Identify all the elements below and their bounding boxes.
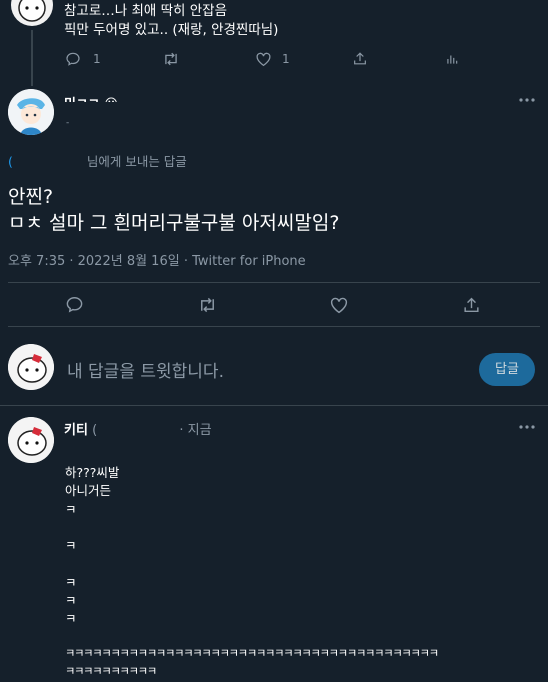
replying-to-mention[interactable]: ( — [8, 154, 13, 169]
reply-line: ㅋ — [65, 501, 77, 517]
like-icon[interactable] — [255, 51, 272, 67]
main-tweet-line: ㅁㅊ 설마 그 흰머리구불구불 아저씨말임? — [8, 212, 340, 234]
main-tweet-line: 안찐? — [8, 186, 54, 208]
reply-line: ㅋ — [65, 593, 77, 609]
like-icon[interactable] — [329, 296, 349, 314]
tweet-text: 참고로…나 최애 딱히 안잡음 픽만 두어명 있고.. (재랑, 안경찐따님) — [64, 2, 278, 40]
reply-icon[interactable] — [65, 51, 81, 67]
divider — [0, 405, 548, 406]
share-icon[interactable] — [462, 295, 481, 315]
avatar-kitty[interactable] — [11, 0, 53, 26]
replying-to-label: 님에게 보내는 답글 — [86, 154, 187, 169]
reply-line: ㅋㅋㅋㅋㅋㅋㅋㅋㅋㅋㅋㅋㅋㅋㅋㅋㅋㅋㅋㅋㅋㅋㅋㅋㅋㅋㅋㅋㅋㅋㅋㅋㅋㅋㅋㅋㅋㅋㅋㅋ… — [65, 646, 439, 660]
reply-line: ㅋ — [65, 574, 77, 590]
reply-author: 키티 ( · 지금 — [64, 419, 212, 438]
analytics-icon[interactable] — [445, 51, 459, 67]
reply-line: 아니거든 — [65, 483, 112, 499]
reply-button[interactable]: 답글 — [479, 353, 535, 386]
tweet-text-line: 픽만 두어명 있고.. (재랑, 안경찐따님) — [64, 22, 279, 38]
share-icon[interactable] — [352, 50, 368, 67]
reply-time[interactable]: · 지금 — [179, 423, 211, 438]
reply-icon[interactable] — [65, 295, 84, 314]
main-tweet-text: 안찐? ㅁㅊ 설마 그 흰머리구불구불 아저씨말임? — [8, 184, 339, 236]
tweet-text-line: 참고로…나 최애 딱히 안잡음 — [64, 3, 227, 19]
author-handle[interactable]: - — [66, 118, 69, 124]
retweet-icon[interactable] — [197, 296, 218, 314]
reply-line — [65, 553, 438, 571]
more-icon[interactable] — [518, 96, 536, 104]
reply-line: ㅋ — [65, 538, 77, 554]
author-display-name[interactable]: 미ㅋㄹ ☺ — [64, 93, 118, 102]
more-icon[interactable] — [518, 423, 536, 431]
reply-line: ㅋ — [65, 611, 77, 627]
reply-count: 1 — [93, 52, 101, 66]
avatar-main[interactable] — [8, 89, 54, 135]
tweet-timestamp[interactable]: 오후 7:35 · 2022년 8월 16일 · Twitter for iPh… — [8, 250, 306, 269]
reply-line — [65, 517, 438, 535]
reply-compose-input[interactable]: 내 답글을 트윗합니다. — [67, 357, 467, 382]
replying-to: ( 님에게 보내는 답글 — [8, 151, 187, 170]
like-count: 1 — [282, 52, 290, 66]
thread-line — [31, 30, 33, 86]
reply-display-name[interactable]: 키티 — [64, 423, 88, 438]
reply-text: 하???씨발 아니거든 ㅋ ㅋ ㅋ ㅋ ㅋ ㅋㅋㅋㅋㅋㅋㅋㅋㅋㅋㅋㅋㅋㅋㅋㅋㅋㅋ… — [65, 462, 439, 682]
reply-line — [65, 627, 438, 645]
avatar-reply[interactable] — [8, 417, 54, 463]
avatar-self[interactable] — [8, 344, 54, 390]
reply-line: 하???씨발 — [65, 465, 120, 480]
divider — [8, 282, 540, 283]
retweet-icon[interactable] — [162, 51, 180, 67]
divider — [8, 326, 540, 327]
reply-line: ㅋㅋㅋㅋㅋㅋㅋㅋㅋㅋ — [65, 665, 157, 679]
reply-handle[interactable]: ( — [92, 423, 97, 438]
